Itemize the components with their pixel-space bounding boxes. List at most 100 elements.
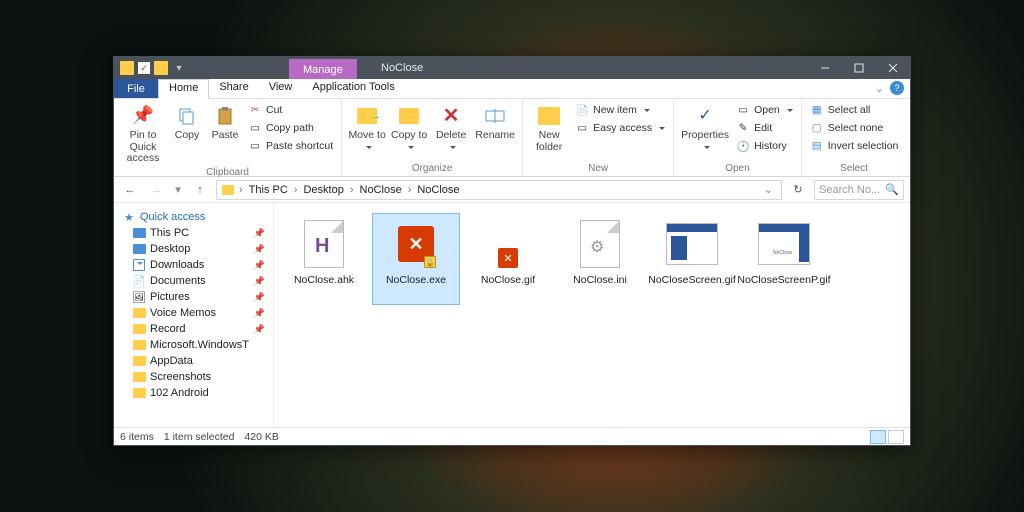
pin-icon: 📌	[254, 228, 265, 239]
properties-button[interactable]: ✓ Properties	[680, 102, 730, 161]
edit-button[interactable]: ✎Edit	[734, 120, 795, 136]
qat-folder-icon[interactable]	[154, 61, 168, 75]
nav-pictures[interactable]: 🖼Pictures📌	[118, 289, 269, 305]
copy-icon	[175, 104, 199, 128]
refresh-button[interactable]: ↻	[788, 183, 808, 196]
paste-button[interactable]: Paste	[208, 102, 242, 165]
select-all-button[interactable]: ▦Select all	[808, 102, 901, 118]
title-bar: ✓ ▾ Manage NoClose	[114, 57, 910, 79]
crumb-noclose2[interactable]: NoClose	[415, 184, 461, 196]
nav-android[interactable]: 102 Android	[118, 385, 269, 401]
new-item-button[interactable]: 📄New item	[573, 102, 667, 118]
copy-path-button[interactable]: ▭Copy path	[246, 120, 335, 136]
new-item-icon: 📄	[575, 103, 589, 117]
copy-to-button[interactable]: Copy to	[390, 102, 428, 161]
home-tab[interactable]: Home	[158, 79, 209, 99]
clipboard-group: 📌 Pin to Quick access Copy Paste ✂Cut ▭C…	[114, 99, 342, 176]
paste-shortcut-button[interactable]: ▭Paste shortcut	[246, 138, 335, 154]
folder-icon	[120, 61, 134, 75]
easy-access-button[interactable]: ▭Easy access	[573, 120, 667, 136]
help-icon[interactable]: ?	[890, 81, 904, 95]
open-button[interactable]: ▭Open	[734, 102, 795, 118]
address-bar: ← → ▾ ↑ › This PC › Desktop › NoClose › …	[114, 177, 910, 203]
crumb-desktop[interactable]: Desktop	[301, 184, 345, 196]
folder-icon	[132, 355, 146, 367]
nav-downloads[interactable]: Downloads📌	[118, 257, 269, 273]
file-noclose-exe[interactable]: ✕ 🔒 NoClose.exe	[372, 213, 460, 305]
file-grid[interactable]: H NoClose.ahk ✕ 🔒 NoClose.exe ✕ NoClose.…	[274, 203, 910, 427]
chevron-right-icon[interactable]: ›	[237, 184, 245, 196]
delete-button[interactable]: ✕ Delete	[432, 102, 470, 161]
chevron-down-icon[interactable]: ⌄	[875, 82, 884, 95]
recent-dropdown[interactable]: ▾	[172, 180, 184, 200]
move-to-button[interactable]: → Move to	[348, 102, 386, 161]
nav-quick-access[interactable]: ★Quick access	[118, 209, 269, 225]
nav-voice-memos[interactable]: Voice Memos📌	[118, 305, 269, 321]
qat-dropdown-icon[interactable]: ▾	[172, 61, 186, 75]
cut-button[interactable]: ✂Cut	[246, 102, 335, 118]
pin-quick-access-button[interactable]: 📌 Pin to Quick access	[120, 102, 166, 165]
search-icon: 🔍	[885, 183, 899, 196]
history-button[interactable]: 🕐History	[734, 138, 795, 154]
selection-size: 420 KB	[244, 431, 278, 443]
navigation-pane[interactable]: ★Quick access This PC📌 Desktop📌 Download…	[114, 203, 274, 427]
search-input[interactable]: Search No... 🔍	[814, 180, 904, 200]
pin-icon: 📌	[254, 292, 265, 303]
file-noclose-ahk[interactable]: H NoClose.ahk	[280, 213, 368, 305]
new-folder-button[interactable]: New folder	[529, 102, 569, 161]
view-tab[interactable]: View	[259, 79, 303, 98]
ribbon: 📌 Pin to Quick access Copy Paste ✂Cut ▭C…	[114, 99, 910, 177]
chevron-right-icon[interactable]: ›	[348, 184, 356, 196]
crumb-thispc[interactable]: This PC	[247, 184, 290, 196]
icons-view-button[interactable]	[888, 430, 904, 444]
share-tab[interactable]: Share	[209, 79, 258, 98]
nav-mswin[interactable]: Microsoft.WindowsT	[118, 337, 269, 353]
chevron-right-icon[interactable]: ›	[292, 184, 300, 196]
close-button[interactable]	[876, 57, 910, 79]
invert-icon: ▤	[810, 139, 824, 153]
ribbon-right-controls: ⌄ ?	[875, 81, 904, 95]
nav-this-pc[interactable]: This PC📌	[118, 225, 269, 241]
copy-path-icon: ▭	[248, 121, 262, 135]
new-group: New folder 📄New item ▭Easy access New	[523, 99, 674, 176]
nav-desktop[interactable]: Desktop📌	[118, 241, 269, 257]
documents-icon: 📄	[132, 275, 146, 287]
details-view-button[interactable]	[870, 430, 886, 444]
file-noclose-ini[interactable]: ⚙ NoClose.ini	[556, 213, 644, 305]
ribbon-tabs: File Home Share View Application Tools ⌄…	[114, 79, 910, 99]
organize-group: → Move to Copy to ✕ Delete Rename Organi…	[342, 99, 523, 176]
nav-appdata[interactable]: AppData	[118, 353, 269, 369]
invert-selection-button[interactable]: ▤Invert selection	[808, 138, 901, 154]
file-screenshot2[interactable]: NoClose NoCloseScreenP.gif	[740, 213, 828, 305]
up-button[interactable]: ↑	[190, 180, 210, 200]
clipboard-group-label: Clipboard	[120, 165, 335, 178]
file-screenshot1[interactable]: NoCloseScreen.gif	[648, 213, 736, 305]
nav-documents[interactable]: 📄Documents📌	[118, 273, 269, 289]
maximize-button[interactable]	[842, 57, 876, 79]
chevron-right-icon[interactable]: ›	[406, 184, 414, 196]
shortcut-icon: ▭	[248, 139, 262, 153]
crumb-noclose1[interactable]: NoClose	[358, 184, 404, 196]
qat-checkbox-icon[interactable]: ✓	[138, 62, 150, 74]
app-tools-tab[interactable]: Application Tools	[302, 79, 404, 98]
copy-button[interactable]: Copy	[170, 102, 204, 165]
file-noclose-gif[interactable]: ✕ NoClose.gif	[464, 213, 552, 305]
pc-icon	[132, 227, 146, 239]
nav-screenshots[interactable]: Screenshots	[118, 369, 269, 385]
back-button[interactable]: ←	[120, 180, 140, 200]
breadcrumb[interactable]: › This PC › Desktop › NoClose › NoClose …	[216, 180, 782, 200]
new-group-label: New	[529, 161, 667, 174]
address-dropdown-icon[interactable]: ⌄	[764, 183, 777, 196]
manage-tab[interactable]: Manage	[289, 59, 357, 79]
open-group: ✓ Properties ▭Open ✎Edit 🕐History Open	[674, 99, 802, 176]
minimize-button[interactable]	[808, 57, 842, 79]
view-switcher	[870, 430, 904, 444]
rename-icon	[483, 104, 507, 128]
select-all-icon: ▦	[810, 103, 824, 117]
folder-icon	[132, 387, 146, 399]
file-tab[interactable]: File	[114, 79, 158, 98]
forward-button[interactable]: →	[146, 180, 166, 200]
select-none-button[interactable]: ▢Select none	[808, 120, 901, 136]
nav-record[interactable]: Record📌	[118, 321, 269, 337]
rename-button[interactable]: Rename	[474, 102, 516, 161]
